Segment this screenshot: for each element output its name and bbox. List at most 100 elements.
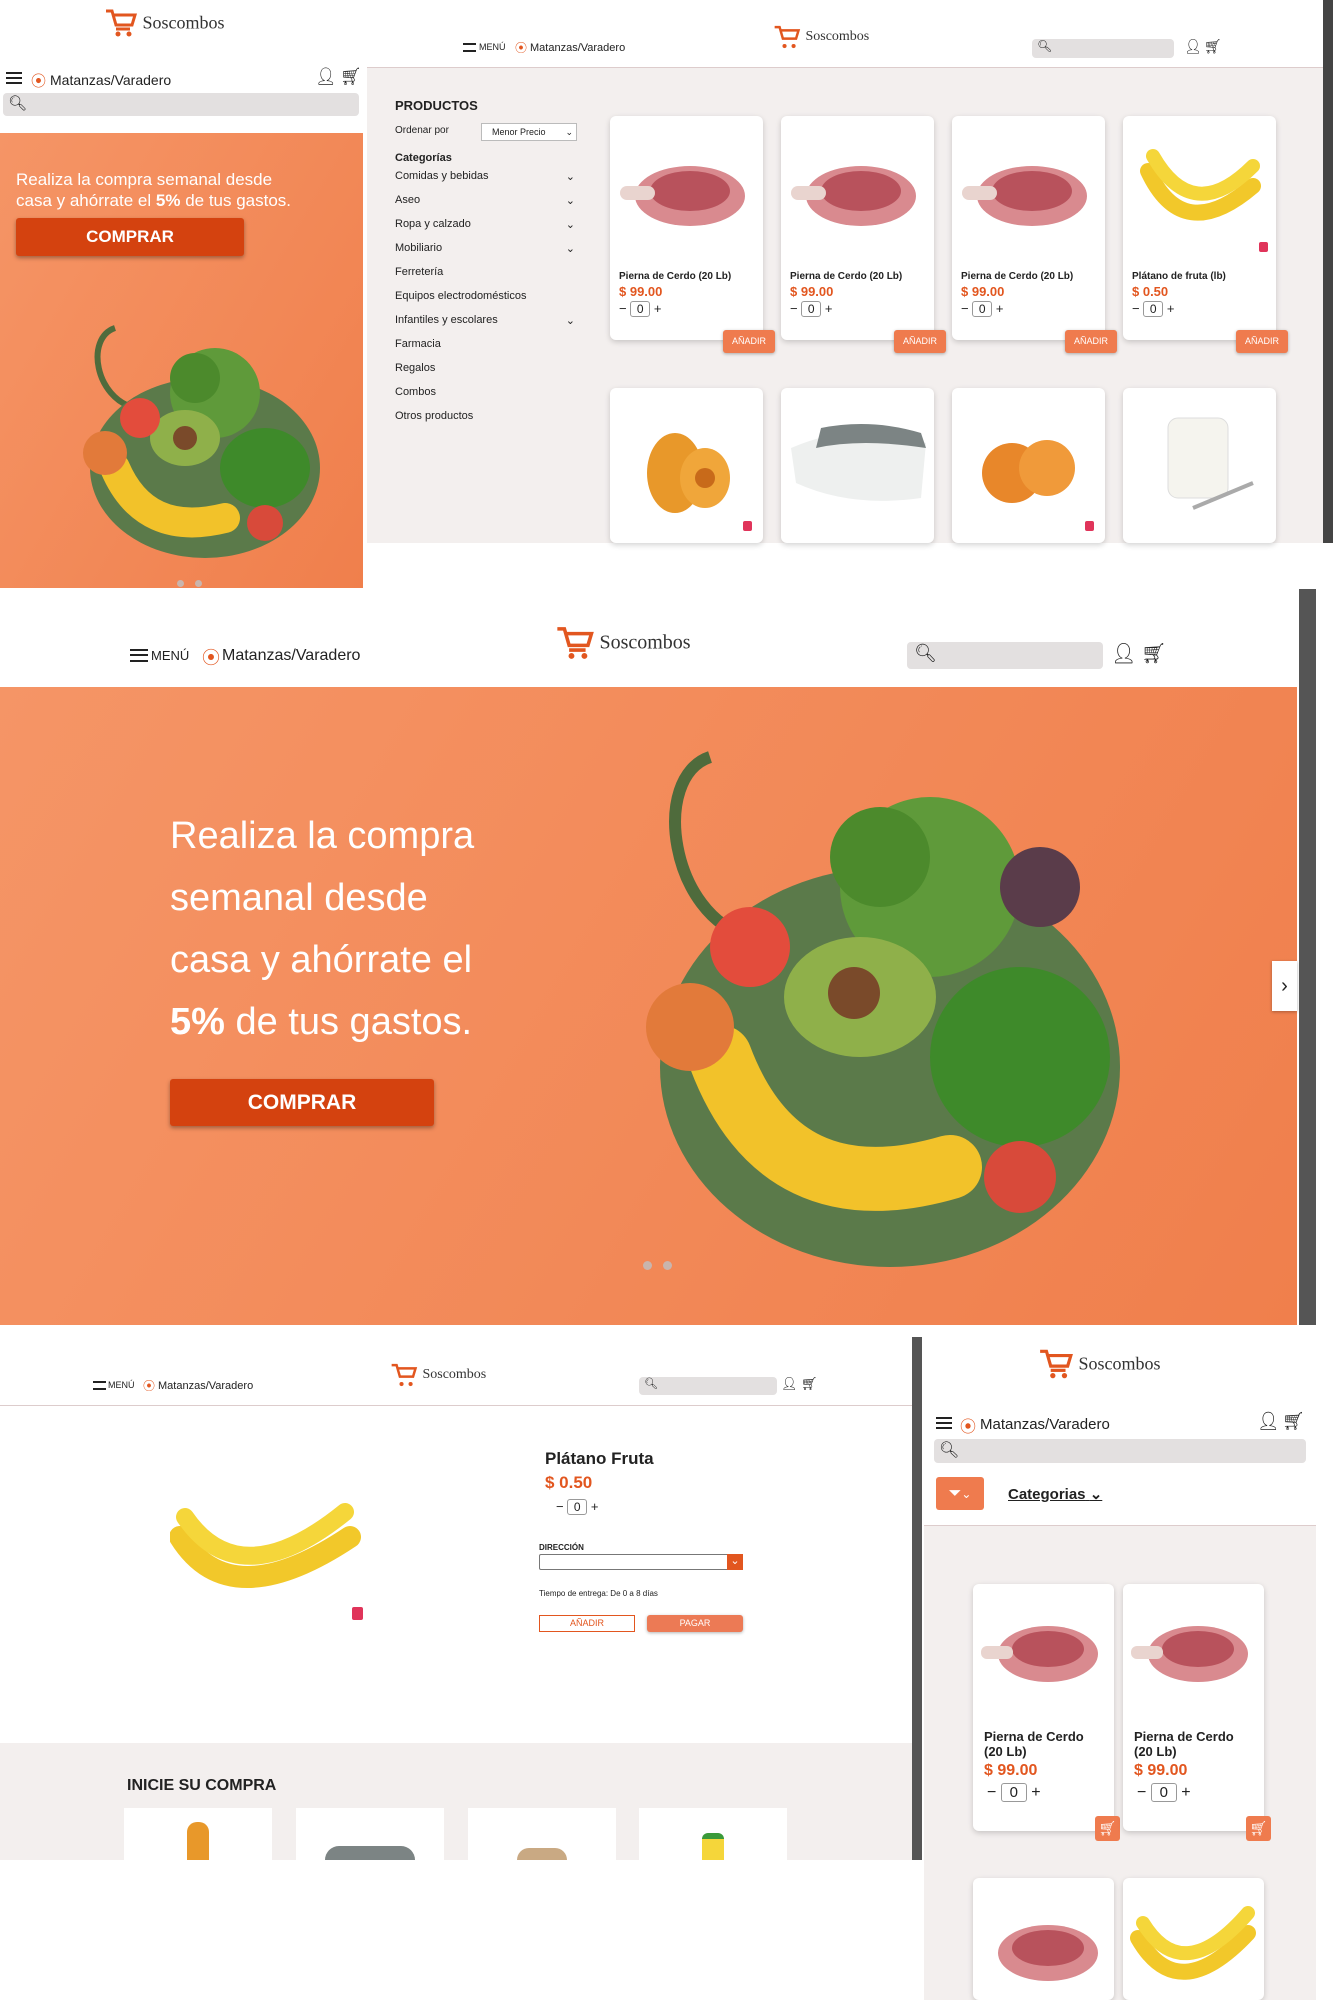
search-input[interactable] bbox=[3, 93, 359, 116]
brand-logo[interactable]: Soscombos bbox=[555, 625, 735, 665]
quantity-stepper[interactable]: − 0 + bbox=[781, 301, 934, 317]
product-card[interactable] bbox=[1123, 1878, 1264, 2000]
location-label[interactable]: Matanzas/Varadero bbox=[222, 647, 360, 665]
category-item[interactable]: Comidas y bebidas ⌄ bbox=[395, 170, 575, 194]
plus-icon[interactable]: + bbox=[996, 301, 1004, 316]
pay-button[interactable]: PAGAR bbox=[647, 1615, 743, 1632]
minus-icon[interactable]: − bbox=[987, 1784, 996, 1801]
product-card[interactable]: Pierna de Cerdo (20 Lb) $ 99.00 − 0 + bbox=[781, 116, 934, 340]
sort-select[interactable]: Menor Precio ⌄ bbox=[481, 123, 577, 141]
category-item[interactable]: Aseo ⌄ bbox=[395, 194, 575, 218]
product-card[interactable] bbox=[610, 388, 763, 543]
address-select[interactable] bbox=[539, 1554, 743, 1570]
category-item[interactable]: Otros productos bbox=[395, 410, 575, 434]
plus-icon[interactable]: + bbox=[1031, 1784, 1040, 1801]
categories-dropdown[interactable]: Categorias ⌄ bbox=[1008, 1485, 1102, 1503]
location-label[interactable]: Matanzas/Varadero bbox=[158, 1380, 253, 1392]
quantity-stepper[interactable]: − 0 + bbox=[1123, 1783, 1264, 1802]
buy-button[interactable]: COMPRAR bbox=[170, 1079, 434, 1126]
product-card[interactable] bbox=[952, 388, 1105, 543]
carousel-dot[interactable] bbox=[663, 1261, 672, 1270]
add-button[interactable]: AÑADIR bbox=[539, 1615, 635, 1632]
menu-label[interactable]: MENÚ bbox=[151, 648, 189, 663]
quantity-stepper[interactable]: − 0 + bbox=[610, 301, 763, 317]
product-card[interactable] bbox=[973, 1878, 1114, 2000]
add-button[interactable]: AÑADIR bbox=[1065, 330, 1117, 353]
brand-logo[interactable]: Soscombos bbox=[104, 8, 244, 44]
minus-icon[interactable]: − bbox=[619, 301, 627, 316]
product-card[interactable]: Pierna de Cerdo (20 Lb) $ 99.00 − 0 + bbox=[1123, 1584, 1264, 1831]
category-item[interactable]: Combos bbox=[395, 386, 575, 410]
product-card[interactable] bbox=[124, 1808, 272, 1860]
add-to-cart-button[interactable]: 🛒︎ bbox=[1246, 1816, 1271, 1841]
carousel-dot[interactable] bbox=[643, 1261, 652, 1270]
category-item[interactable]: Equipos electrodomésticos bbox=[395, 290, 575, 314]
menu-label[interactable]: MENÚ bbox=[479, 42, 506, 52]
menu-icon[interactable] bbox=[93, 1381, 106, 1390]
add-button[interactable]: AÑADIR bbox=[1236, 330, 1288, 353]
scrollbar[interactable] bbox=[1299, 589, 1316, 1325]
add-to-cart-button[interactable]: 🛒︎ bbox=[1095, 1816, 1120, 1841]
cart-icon[interactable]: 🛒︎ bbox=[1204, 38, 1222, 55]
carousel-dot[interactable] bbox=[177, 580, 184, 587]
buy-button[interactable]: COMPRAR bbox=[16, 218, 244, 256]
search-input[interactable] bbox=[639, 1377, 777, 1395]
location-label[interactable]: Matanzas/Varadero bbox=[530, 42, 625, 54]
menu-label[interactable]: MENÚ bbox=[108, 1380, 135, 1390]
quantity-stepper[interactable]: − 0 + bbox=[952, 301, 1105, 317]
location-label[interactable]: Matanzas/Varadero bbox=[980, 1416, 1110, 1433]
filter-button[interactable]: ⏷⌄ bbox=[936, 1477, 984, 1510]
user-icon[interactable]: 👤︎ bbox=[1257, 1411, 1280, 1432]
search-input[interactable] bbox=[1032, 39, 1174, 58]
category-item[interactable]: Farmacia bbox=[395, 338, 575, 362]
brand-logo[interactable]: Soscombos bbox=[390, 1362, 520, 1392]
next-slide-button[interactable]: › bbox=[1272, 961, 1297, 1011]
minus-icon[interactable]: − bbox=[1137, 1784, 1146, 1801]
menu-icon[interactable] bbox=[130, 649, 148, 662]
product-card[interactable]: Plátano de fruta (lb) $ 0.50 − 0 + bbox=[1123, 116, 1276, 340]
plus-icon[interactable]: + bbox=[654, 301, 662, 316]
search-input[interactable] bbox=[934, 1439, 1306, 1463]
add-button[interactable]: AÑADIR bbox=[723, 330, 775, 353]
quantity-stepper[interactable]: − 0 + bbox=[973, 1783, 1114, 1802]
category-item[interactable]: Mobiliario ⌄ bbox=[395, 242, 575, 266]
add-button[interactable]: AÑADIR bbox=[894, 330, 946, 353]
user-icon[interactable]: 👤︎ bbox=[315, 67, 337, 87]
product-card[interactable] bbox=[468, 1808, 616, 1860]
product-card[interactable] bbox=[639, 1808, 787, 1860]
address-dropdown-button[interactable]: ⌄ bbox=[727, 1554, 743, 1570]
quantity-stepper[interactable]: − 0 + bbox=[1123, 301, 1276, 317]
product-card[interactable]: Pierna de Cerdo (20 Lb) $ 99.00 − 0 + bbox=[952, 116, 1105, 340]
cart-icon[interactable]: 🛒︎ bbox=[1282, 1411, 1305, 1432]
scrollbar[interactable] bbox=[912, 1337, 922, 1860]
category-item[interactable]: Ropa y calzado ⌄ bbox=[395, 218, 575, 242]
product-card[interactable] bbox=[781, 388, 934, 543]
minus-icon[interactable]: − bbox=[1132, 301, 1140, 316]
cart-icon[interactable]: 🛒︎ bbox=[340, 67, 362, 87]
brand-logo[interactable]: Soscombos bbox=[773, 24, 903, 54]
cart-icon[interactable]: 🛒︎ bbox=[1141, 641, 1166, 666]
quantity-stepper[interactable]: − 0 + bbox=[556, 1499, 598, 1515]
brand-logo[interactable]: Soscombos bbox=[1038, 1348, 1198, 1384]
plus-icon[interactable]: + bbox=[825, 301, 833, 316]
plus-icon[interactable]: + bbox=[1181, 1784, 1190, 1801]
product-card[interactable] bbox=[296, 1808, 444, 1860]
location-label[interactable]: Matanzas/Varadero bbox=[50, 72, 171, 88]
minus-icon[interactable]: − bbox=[556, 1499, 564, 1514]
category-item[interactable]: Infantiles y escolares ⌄ bbox=[395, 314, 575, 338]
plus-icon[interactable]: + bbox=[1167, 301, 1175, 316]
minus-icon[interactable]: − bbox=[790, 301, 798, 316]
menu-icon[interactable] bbox=[463, 43, 476, 52]
product-card[interactable] bbox=[1123, 388, 1276, 543]
product-card[interactable]: Pierna de Cerdo (20 Lb) $ 99.00 − 0 + bbox=[973, 1584, 1114, 1831]
menu-icon[interactable] bbox=[936, 1417, 952, 1429]
category-item[interactable]: Regalos bbox=[395, 362, 575, 386]
carousel-dot[interactable] bbox=[195, 580, 202, 587]
cart-icon[interactable]: 🛒︎ bbox=[801, 1376, 818, 1392]
menu-icon[interactable] bbox=[6, 72, 22, 84]
user-icon[interactable]: 👤︎ bbox=[781, 1376, 798, 1392]
plus-icon[interactable]: + bbox=[591, 1499, 599, 1514]
minus-icon[interactable]: − bbox=[961, 301, 969, 316]
user-icon[interactable]: 👤︎ bbox=[1111, 641, 1136, 666]
user-icon[interactable]: 👤︎ bbox=[1184, 38, 1202, 55]
